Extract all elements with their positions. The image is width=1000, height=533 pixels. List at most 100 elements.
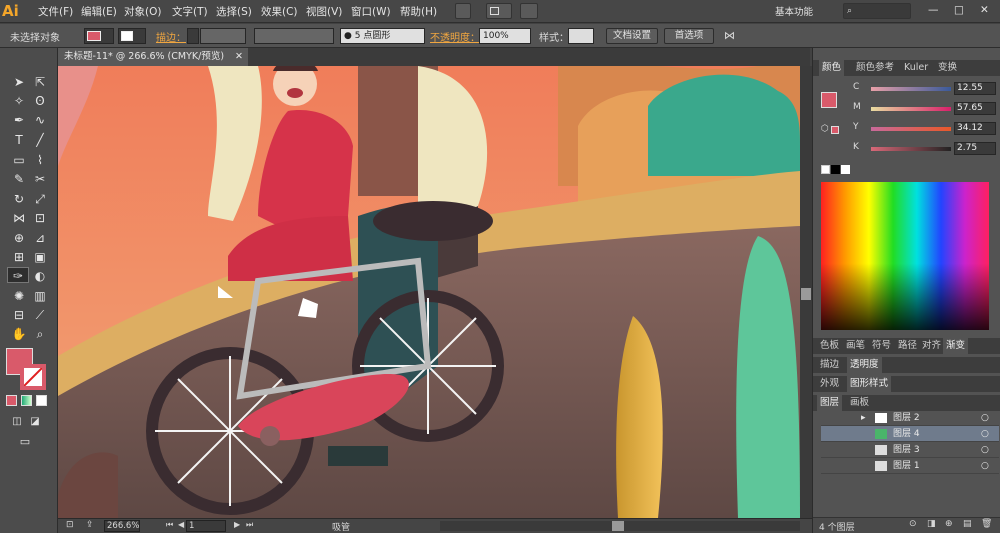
clipping-mask-icon[interactable]: ◨ (927, 519, 936, 529)
slice-tool-icon[interactable]: ⟋ (31, 307, 49, 323)
blend-tool-icon[interactable]: ◐ (31, 268, 49, 284)
symbol-sprayer-tool-icon[interactable]: ✺ (10, 288, 28, 304)
lasso-tool-icon[interactable]: ʘ (31, 93, 49, 109)
vertical-scrollbar[interactable] (800, 66, 812, 518)
first-artboard-icon[interactable]: ⏮ (166, 520, 173, 530)
vertical-scroll-thumb[interactable] (801, 288, 811, 300)
menu-effect[interactable]: 效果(C) (261, 4, 298, 19)
slider-cyan[interactable]: C 12.55 (853, 82, 998, 96)
slider-cyan-value[interactable]: 12.55 (954, 82, 996, 95)
tab-transform[interactable]: 变换 (935, 60, 960, 76)
maximize-icon[interactable]: □ (954, 4, 964, 16)
variable-width-profile[interactable] (254, 28, 334, 44)
scissors-tool-icon[interactable]: ✂ (31, 171, 49, 187)
layer-row[interactable]: 图层 3 ○ (821, 442, 999, 458)
tab-color[interactable]: 颜色 (819, 60, 845, 76)
artboard-tool-icon[interactable]: ⊟ (10, 307, 28, 323)
new-sublayer-icon[interactable]: ⊕ (945, 519, 953, 529)
hand-tool-icon[interactable]: ✋ (10, 326, 28, 342)
menu-edit[interactable]: 编辑(E) (81, 4, 117, 19)
width-tool-icon[interactable]: ⋈ (10, 210, 28, 226)
horizontal-scrollbar[interactable] (440, 521, 800, 531)
black-swatch[interactable] (831, 165, 840, 174)
color-spectrum[interactable] (821, 182, 989, 330)
tab-symbols[interactable]: 符号 (869, 338, 894, 354)
panel-fill-swatch[interactable] (821, 92, 837, 108)
selection-tool-icon[interactable]: ➤ (10, 74, 28, 90)
slider-magenta[interactable]: M 57.65 (853, 102, 998, 116)
slider-magenta-value[interactable]: 57.65 (954, 102, 996, 115)
fill-swatch-dropdown[interactable] (84, 28, 114, 44)
direct-selection-tool-icon[interactable]: ⇱ (31, 74, 49, 90)
slider-magenta-track[interactable] (871, 107, 951, 111)
opacity-label[interactable]: 不透明度： (430, 29, 480, 44)
gpu-button[interactable] (520, 3, 538, 19)
workspace-switcher[interactable]: 基本功能 (775, 4, 813, 18)
none-mode-button[interactable] (36, 395, 47, 406)
slider-black-track[interactable] (871, 147, 951, 151)
free-transform-tool-icon[interactable]: ⊡ (31, 210, 49, 226)
preferences-button[interactable]: 首选项 (664, 28, 714, 44)
none-swatch[interactable] (821, 165, 830, 174)
target-icon[interactable]: ○ (981, 426, 989, 442)
tab-layers[interactable]: 图层 (817, 395, 843, 411)
zoom-tool-icon[interactable]: ⌕ (31, 326, 49, 342)
type-tool-icon[interactable]: T (10, 132, 28, 148)
paintbrush-tool-icon[interactable]: ⌇ (31, 152, 49, 168)
tab-align[interactable]: 对齐 (919, 338, 944, 354)
search-input[interactable]: ⌕ (843, 3, 911, 19)
magic-wand-tool-icon[interactable]: ✧ (10, 93, 28, 109)
slider-cyan-track[interactable] (871, 87, 951, 91)
layer-row[interactable]: ▸ 图层 2 ○ (821, 410, 999, 426)
tab-swatches[interactable]: 色板 (817, 338, 842, 354)
artboard-navigator-icon[interactable]: ⊡ (66, 520, 74, 530)
cube-warning-icon[interactable]: ⬡ (821, 124, 829, 134)
slider-yellow-track[interactable] (871, 127, 951, 131)
target-icon[interactable]: ○ (981, 458, 989, 474)
stroke-color-box[interactable] (20, 364, 46, 390)
rectangle-tool-icon[interactable]: ▭ (10, 152, 28, 168)
menu-view[interactable]: 视图(V) (306, 4, 342, 19)
artboard-number-field[interactable]: 1 (186, 520, 226, 532)
document-setup-button[interactable]: 文档设置 (606, 28, 658, 44)
last-artboard-icon[interactable]: ⏭ (246, 520, 253, 530)
tab-kuler[interactable]: Kuler (901, 60, 931, 76)
tab-artboards[interactable]: 画板 (847, 395, 872, 411)
tab-stroke[interactable]: 描边 (817, 357, 842, 373)
tab-appearance[interactable]: 外观 (817, 376, 842, 392)
menu-object[interactable]: 对象(O) (124, 4, 161, 19)
stroke-swatch-dropdown[interactable] (118, 28, 146, 44)
next-artboard-icon[interactable]: ▶ (234, 520, 240, 529)
white-swatch[interactable] (841, 165, 850, 174)
delete-layer-icon[interactable]: 🗑 (981, 519, 992, 529)
menu-select[interactable]: 选择(S) (216, 4, 252, 19)
bridge-button[interactable] (455, 3, 471, 19)
new-layer-icon[interactable]: ▤ (963, 519, 972, 529)
share-icon[interactable]: ⇪ (86, 520, 94, 530)
rotate-tool-icon[interactable]: ↻ (10, 191, 28, 207)
scale-tool-icon[interactable]: ⤢ (31, 191, 49, 207)
brush-definition[interactable]: ● 5 点圆形 (340, 28, 425, 44)
document-tab[interactable]: 未标题-11* @ 266.6% (CMYK/预览) ✕ (58, 48, 248, 66)
previous-artboard-icon[interactable]: ◀ (178, 520, 184, 529)
stroke-weight-field[interactable] (200, 28, 246, 44)
tab-transparency[interactable]: 透明度 (847, 357, 882, 373)
perspective-grid-tool-icon[interactable]: ⊿ (31, 230, 49, 246)
close-icon[interactable]: ✕ (980, 4, 989, 16)
color-mode-button[interactable] (6, 395, 17, 406)
tab-brushes[interactable]: 画笔 (843, 338, 868, 354)
slider-black[interactable]: K 2.75 (853, 142, 998, 156)
tab-graphic-styles[interactable]: 图形样式 (847, 376, 892, 392)
pen-tool-icon[interactable]: ✒ (10, 112, 28, 128)
mesh-tool-icon[interactable]: ⊞ (10, 249, 28, 265)
draw-mode-icon[interactable]: ◫ (8, 414, 26, 430)
arrange-documents-button[interactable] (486, 3, 512, 19)
gradient-tool-icon[interactable]: ▣ (31, 249, 49, 265)
stroke-label[interactable]: 描边： (156, 29, 186, 44)
slider-black-value[interactable]: 2.75 (954, 142, 996, 155)
horizontal-scroll-thumb[interactable] (612, 521, 624, 531)
opacity-field[interactable]: 100% (479, 28, 531, 44)
close-tab-icon[interactable]: ✕ (235, 48, 243, 66)
target-icon[interactable]: ○ (981, 410, 989, 426)
stroke-weight-stepper[interactable] (187, 28, 199, 44)
